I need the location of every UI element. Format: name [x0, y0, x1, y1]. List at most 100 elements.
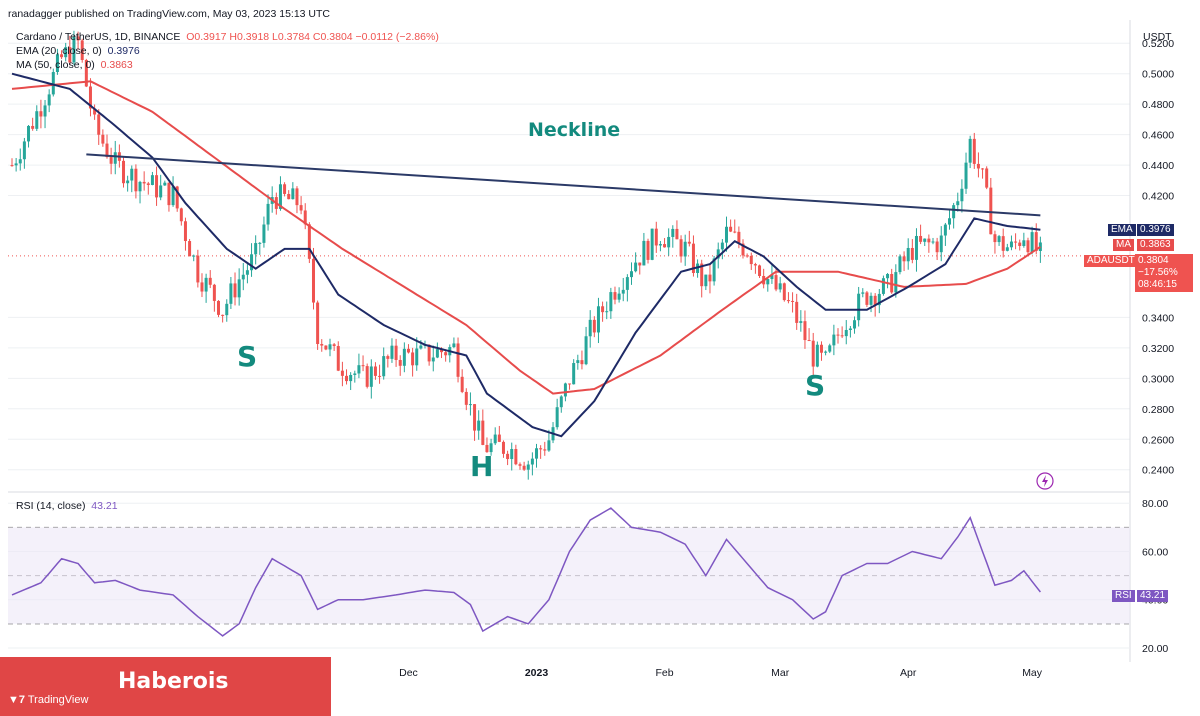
candle-body — [510, 449, 514, 460]
candle-body — [328, 344, 332, 350]
candle-body — [667, 236, 671, 248]
candle-body — [799, 321, 803, 323]
candle-body — [766, 279, 770, 285]
candle-body — [568, 383, 572, 385]
candle-body — [530, 458, 534, 465]
candle-body — [1005, 247, 1009, 251]
candle-body — [97, 114, 101, 135]
candle-body — [952, 205, 956, 219]
candle-body — [390, 345, 394, 359]
candle-body — [609, 292, 613, 312]
candle-body — [964, 162, 968, 189]
candle-body — [188, 241, 192, 257]
ohlc-values: O0.3917 H0.3918 L0.3784 C0.3804 −0.0112 … — [186, 31, 439, 43]
candle-body — [654, 228, 658, 246]
head-label: H — [470, 450, 493, 483]
candle-body — [613, 292, 617, 300]
candle-body — [650, 228, 654, 260]
candle-body — [192, 255, 196, 257]
candle-body — [212, 284, 216, 301]
candle-body — [373, 366, 377, 376]
candle-body — [559, 396, 563, 408]
candle-body — [473, 404, 477, 431]
candle-body — [1026, 240, 1030, 253]
candle-body — [35, 111, 39, 129]
candle-body — [881, 278, 885, 294]
candle-body — [382, 356, 386, 377]
candle-body — [853, 320, 857, 329]
candle-body — [555, 407, 559, 428]
candle-body — [786, 300, 790, 302]
candle-body — [22, 141, 26, 160]
price-tick-label: 0.3000 — [1142, 373, 1174, 385]
candle-body — [167, 182, 171, 206]
candle-body — [142, 181, 146, 184]
candle-body — [146, 183, 150, 185]
candle-body — [914, 235, 918, 260]
candle-body — [126, 180, 130, 184]
month-tick-label: May — [1022, 667, 1043, 679]
price-chart[interactable]: 0.52000.50000.48000.46000.44000.42000.34… — [0, 0, 1200, 716]
rsi-tag-value: 43.21 — [1137, 590, 1169, 602]
symbol-tag-name: ADAUSDT — [1084, 255, 1138, 267]
candle-body — [526, 464, 530, 470]
candlestick-series — [10, 30, 1042, 480]
candle-body — [299, 205, 303, 211]
candle-body — [708, 274, 712, 282]
candle-body — [31, 125, 35, 129]
candle-body — [943, 224, 947, 236]
candle-body — [291, 188, 295, 200]
ma-legend-value: 0.3863 — [100, 59, 133, 71]
rsi-legend-label: RSI (14, close) — [16, 500, 86, 512]
candle-body — [394, 345, 398, 360]
candle-body — [753, 264, 757, 266]
candle-body — [419, 345, 423, 349]
candle-body — [27, 125, 31, 142]
candle-body — [311, 258, 315, 303]
candle-body — [398, 359, 402, 366]
candle-body — [675, 228, 679, 240]
candle-body — [819, 344, 823, 353]
candle-body — [171, 186, 175, 206]
candle-body — [245, 270, 249, 275]
candle-body — [733, 231, 737, 233]
candle-body — [729, 226, 733, 232]
month-tick-label: Apr — [900, 667, 917, 679]
candle-body — [1001, 236, 1005, 251]
candle-body — [634, 262, 638, 272]
candle-body — [572, 363, 576, 385]
candle-body — [1009, 241, 1013, 248]
candle-body — [204, 277, 208, 292]
candle-body — [993, 234, 997, 243]
candle-body — [386, 356, 390, 359]
lightning-icon[interactable] — [1036, 472, 1054, 490]
candle-body — [976, 163, 980, 169]
candle-body — [295, 188, 299, 206]
candle-body — [1030, 232, 1034, 253]
candle-body — [758, 265, 762, 276]
candle-body — [997, 236, 1001, 243]
candle-body — [580, 360, 584, 365]
candle-body — [803, 321, 807, 341]
candle-body — [824, 351, 828, 353]
close-value: 0.3804 — [1138, 255, 1169, 266]
candle-body — [200, 282, 204, 292]
candle-body — [985, 168, 989, 188]
candle-body — [14, 163, 18, 166]
candle-body — [584, 336, 588, 365]
candle-body — [840, 335, 844, 337]
candle-body — [262, 224, 266, 243]
symbol-name: Cardano / TetherUS, 1D, BINANCE — [16, 31, 181, 43]
candle-body — [435, 349, 439, 358]
candle-body — [477, 420, 481, 431]
candle-body — [588, 319, 592, 337]
right-shoulder-label: S — [805, 369, 825, 402]
candle-body — [464, 391, 468, 405]
candle-body — [468, 404, 472, 406]
tradingview-text: TradingView — [27, 694, 89, 706]
candle-body — [844, 329, 848, 337]
price-tick-label: 0.4800 — [1142, 99, 1174, 111]
candle-body — [287, 193, 291, 200]
candle-body — [795, 301, 799, 323]
change-value: −17.56% — [1138, 267, 1178, 278]
